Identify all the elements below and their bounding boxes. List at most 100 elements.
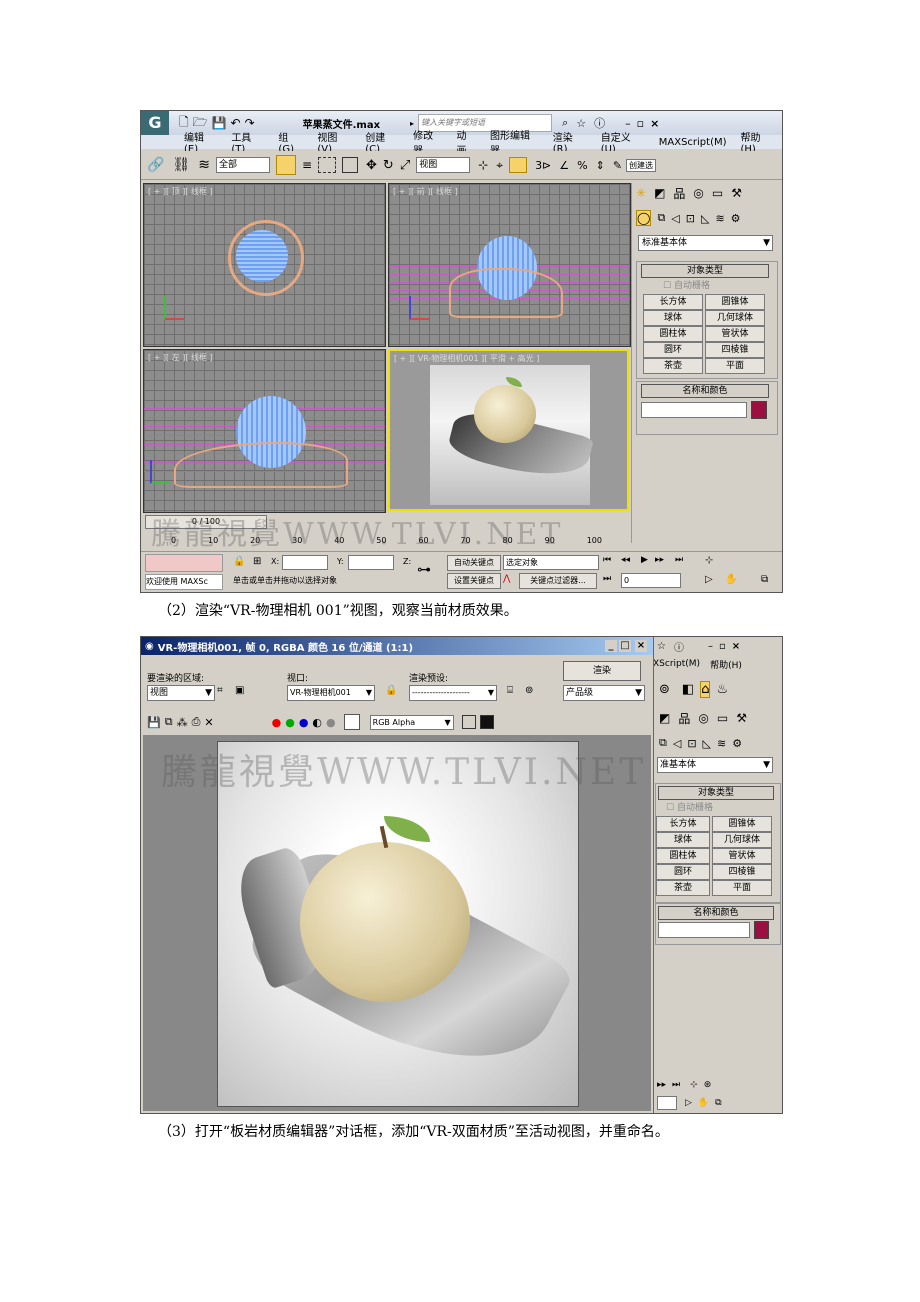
key-filters-button[interactable]: 关键点过滤器...	[519, 573, 597, 589]
geometry-icon[interactable]: ◯	[636, 210, 652, 226]
absolute-mode-icon[interactable]: ⊞	[253, 556, 261, 567]
snap-icon[interactable]: 3⊳	[535, 159, 551, 172]
bg-close-icon[interactable]: ×	[732, 641, 740, 652]
select-manipulate-icon[interactable]: ⌖	[496, 158, 503, 173]
bg-cone-button[interactable]: 圆锥体	[712, 816, 772, 832]
copy-image-icon[interactable]: ⧉	[165, 715, 173, 729]
toggle-ui-icon[interactable]	[461, 715, 476, 729]
bg-zoom-icon[interactable]: ▷	[685, 1098, 692, 1108]
lights-icon[interactable]: ◁	[671, 212, 679, 225]
select-object-icon[interactable]	[275, 155, 296, 175]
maximize-icon[interactable]: ▫	[637, 117, 644, 130]
bg-object-name-field[interactable]	[658, 922, 750, 938]
current-frame-field[interactable]: 0	[621, 573, 681, 588]
bg-torus-button[interactable]: 圆环	[656, 864, 710, 880]
bg-render-setup-icon[interactable]: ⊚	[659, 682, 670, 697]
clone-window-icon[interactable]: ⁂	[177, 716, 188, 729]
goto-start-icon[interactable]: ⏮	[603, 555, 611, 565]
toggle-overlay-icon[interactable]	[479, 715, 494, 729]
move-icon[interactable]: ✥	[366, 158, 377, 173]
bg-menu-maxscript[interactable]: XScript(M)	[653, 659, 700, 669]
spacewarps-icon[interactable]: ≋	[715, 212, 724, 225]
selection-filter[interactable]: 全部	[215, 157, 270, 173]
object-name-field[interactable]	[641, 402, 747, 418]
clear-icon[interactable]: ✕	[204, 716, 213, 729]
bg-maximize-icon[interactable]: ▫	[719, 641, 726, 652]
next-frame-icon[interactable]: ▸▸	[655, 555, 664, 565]
viewport-camera[interactable]: [ + ][ VR-物理相机001 ][ 平滑 + 高光 ]	[388, 349, 629, 511]
pivot-icon[interactable]: ⊹	[478, 158, 488, 172]
play-icon[interactable]: ▶	[641, 555, 648, 565]
bg-minimize-icon[interactable]: –	[708, 641, 713, 652]
y-coord-field[interactable]	[348, 555, 394, 570]
render-close-icon[interactable]: ×	[635, 640, 647, 652]
maximize-viewport-icon[interactable]: ⧉	[761, 574, 768, 585]
bg-helpers-icon[interactable]: ◺	[703, 737, 711, 750]
bind-spacewarp-icon[interactable]: ≋	[198, 157, 210, 173]
hierarchy-tab-icon[interactable]: 品	[673, 185, 685, 202]
undo-icon[interactable]: ↶	[231, 116, 241, 130]
viewport-select[interactable]: VR-物理相机001 ▼	[287, 685, 375, 701]
key-icon[interactable]: ⊶	[417, 562, 431, 578]
monochrome-icon[interactable]: ●	[326, 716, 336, 729]
motion-tab-icon[interactable]: ◎	[693, 186, 703, 200]
bg-pyramid-button[interactable]: 四棱锥	[712, 864, 772, 880]
bg-autogrid-checkbox[interactable]: ☐ 自动栅格	[666, 800, 713, 813]
percent-snap-icon[interactable]: %	[577, 159, 587, 172]
bg-hierarchy-tab-icon[interactable]: 品	[678, 710, 690, 727]
red-channel-icon[interactable]: ●	[272, 716, 282, 729]
name-color-title[interactable]: 名称和颜色	[641, 384, 769, 398]
bg-help-icon[interactable]: ⓘ	[674, 639, 684, 654]
helpers-icon[interactable]: ◺	[701, 212, 709, 225]
bg-motion-tab-icon[interactable]: ◎	[698, 711, 708, 725]
bg-utilities-tab-icon[interactable]: ⚒	[736, 711, 747, 725]
app-logo-icon[interactable]: G	[141, 111, 169, 135]
angle-snap-icon[interactable]: ∠	[559, 159, 569, 172]
key-filter-icon[interactable]: ⋀	[503, 574, 510, 584]
viewport-left[interactable]: [ + ][ 左 ][ 线框 ]	[143, 349, 386, 513]
cylinder-button[interactable]: 圆柱体	[643, 326, 703, 342]
cone-button[interactable]: 圆锥体	[705, 294, 765, 310]
window-crossing-icon[interactable]	[342, 157, 359, 173]
geosphere-button[interactable]: 几何球体	[705, 310, 765, 326]
channel-select[interactable]: RGB Alpha ▼	[369, 714, 454, 730]
modify-tab-icon[interactable]: ◩	[654, 186, 665, 200]
autogrid-checkbox[interactable]: ☐ 自动栅格	[663, 278, 710, 291]
bg-object-color-swatch[interactable]	[754, 921, 769, 939]
systems-icon[interactable]: ⚙	[731, 212, 741, 225]
render-setup-icon[interactable]: ⌸	[507, 685, 513, 696]
primitive-category-select[interactable]: 标准基本体 ▼	[638, 235, 773, 251]
object-color-swatch[interactable]	[751, 401, 767, 419]
utilities-tab-icon[interactable]: ⚒	[731, 186, 742, 200]
bg-menu-help[interactable]: 帮助(H)	[710, 658, 742, 671]
save-image-icon[interactable]: 💾	[147, 716, 161, 729]
bg-object-type-title[interactable]: 对象类型	[658, 786, 774, 800]
lock-viewport-icon[interactable]: 🔒	[385, 685, 397, 696]
save-icon[interactable]: 💾	[212, 116, 227, 130]
background-color-swatch[interactable]	[343, 714, 360, 730]
box-button[interactable]: 长方体	[643, 294, 703, 310]
select-by-name-icon[interactable]: ≡	[302, 158, 312, 172]
green-channel-icon[interactable]: ●	[285, 716, 295, 729]
bg-next-frame-icon[interactable]: ▸▸	[657, 1080, 666, 1090]
rotate-icon[interactable]: ↻	[383, 158, 394, 173]
rect-selection-icon[interactable]	[318, 157, 337, 173]
keyboard-shortcut-icon[interactable]	[509, 157, 528, 173]
reference-coord-select[interactable]: 视图	[416, 157, 471, 173]
bg-display-tab-icon[interactable]: ▭	[717, 711, 728, 725]
rendered-image[interactable]	[217, 741, 579, 1107]
edit-named-sel-icon[interactable]: ✎	[613, 159, 622, 172]
pan-icon[interactable]: ✋	[725, 574, 737, 585]
render-minimize-icon[interactable]: _	[605, 640, 617, 652]
close-icon[interactable]: ×	[650, 117, 659, 130]
bg-name-color-title[interactable]: 名称和颜色	[658, 906, 774, 920]
bg-orbit-icon[interactable]: ⊹	[690, 1080, 698, 1090]
lock-icon[interactable]: 🔒	[233, 556, 245, 567]
scale-icon[interactable]: ⤢	[400, 158, 410, 173]
bg-goto-end-icon[interactable]: ⏭	[672, 1080, 680, 1090]
auto-key-button[interactable]: 自动关键点	[447, 555, 501, 571]
bg-pan-icon[interactable]: ✋	[698, 1098, 709, 1108]
link-icon[interactable]: 🔗	[147, 157, 164, 173]
bg-geosphere-button[interactable]: 几何球体	[712, 832, 772, 848]
print-icon[interactable]: ⎙	[192, 715, 201, 729]
